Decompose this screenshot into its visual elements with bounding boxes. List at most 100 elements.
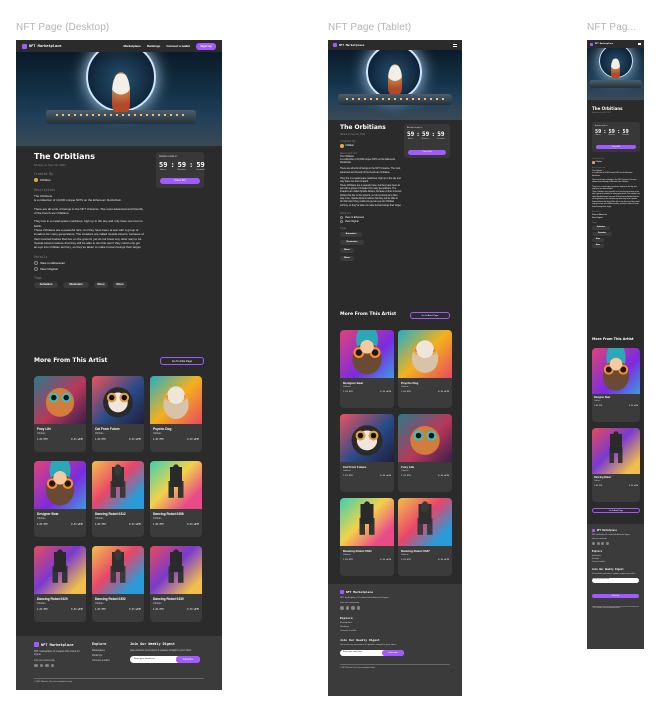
brand-logo[interactable]: NFT Marketplace [590,42,613,46]
tag-chip[interactable]: Moon [592,238,604,243]
more-from-artist-heading: More From This Artist [340,312,397,317]
tag-chip[interactable]: Animation [34,281,58,288]
nft-card[interactable]: Cat From Future Orbitian 1.63 ETH 0.33 wETH [92,376,144,452]
tag-chip[interactable]: Illustration [592,232,612,237]
twitter-icon[interactable] [601,542,604,545]
instagram-icon[interactable] [356,606,360,610]
card-artist: Orbitian [37,517,46,520]
email-placeholder: Enter your email here [134,657,155,660]
go-to-artist-button[interactable]: Go To Artist Page [160,357,204,365]
tag-chip[interactable]: Illustration [63,281,89,288]
menu-icon[interactable] [638,42,641,46]
nft-card[interactable]: Dancing Robot 0352 Orbitian 1.63 ETH 0.33 w… [92,546,144,622]
nav-rankings[interactable]: Rankings [147,44,161,48]
copyright: © NFT Market. Use this template freely. [592,608,620,609]
tag-chip[interactable]: Moon [340,256,354,262]
view-original-link[interactable]: View Original [40,267,58,271]
nav-connect-wallet[interactable]: Connect a wallet [166,44,190,48]
brand-logo[interactable]: NFT Marketplace [333,43,364,47]
email-field[interactable]: Enter your email here [592,578,639,583]
desktop-footer: NFT Marketplace NFT marketplace UI creat… [16,636,222,690]
footer-link[interactable]: Marketplace [92,649,132,652]
card-highest-bid: 0.33 wETH [438,559,449,561]
nft-card[interactable]: Psycho Dog Orbitian 1.63 ETH 0.33 wETH [398,330,452,408]
creator-name[interactable]: Orbitian [346,144,354,147]
card-highest-bid: 0.33 wETH [628,405,638,407]
go-to-artist-button[interactable]: Go To Artist Page [410,312,450,319]
twitter-icon[interactable] [351,606,355,610]
discord-icon[interactable] [34,663,38,668]
hours-label: Hours [407,138,414,140]
footer-link[interactable]: Connect a wallet [340,630,450,632]
tag-chip[interactable]: Moon [94,281,108,288]
discord-icon[interactable] [592,542,595,545]
go-to-artist-button[interactable]: Go To Artist Page [592,508,640,513]
menu-icon[interactable] [453,43,457,47]
card-image [398,330,452,378]
instagram-icon[interactable] [605,542,609,545]
youtube-icon[interactable] [596,542,600,545]
nft-card[interactable]: Dancing Robot 0312 Orbitian 1.63 ETH 0.33 w… [92,461,144,537]
youtube-icon[interactable] [345,606,349,610]
nft-card[interactable]: Designer Bear Orbitian 1.63 ETH 0.33 wETH [340,330,394,408]
view-etherscan-link[interactable]: View on Etherscan [40,261,65,265]
seconds-label: Seconds [437,138,445,140]
view-original-link[interactable]: View Original [345,221,359,223]
discord-icon[interactable] [340,606,344,610]
card-highest-bid: 0.33 wETH [71,523,83,526]
view-etherscan-link[interactable]: View on Etherscan [345,217,364,219]
nft-card[interactable]: Designer Bear Orbitian 1.63 ETH 0.33 wETH [34,461,86,537]
mobile-board-title: NFT Pag... [587,22,637,33]
tag-chip[interactable]: Animation [340,232,362,238]
creator-name[interactable]: Orbitian [40,178,51,182]
footer-link[interactable]: Rankings [592,558,639,560]
footer-link[interactable]: Connect a wallet [92,659,132,662]
instagram-icon[interactable] [50,663,54,668]
footer-link[interactable]: Marketplace [592,555,639,557]
card-title: Dancing Robot [594,476,611,479]
place-bid-button[interactable]: Place Bid [160,178,200,184]
email-field[interactable]: Enter your email here Subscribe [340,649,404,656]
nft-card[interactable]: Dancing Robot 0356 Orbitian 1.63 ETH 0.33 w… [150,461,202,537]
tablet-navbar: NFT Marketplace [328,40,462,50]
creator-name[interactable]: Orbitian [596,161,602,163]
nft-card[interactable]: Cat From Future Orbitian 1.63 ETH 0.33 wETH [340,414,394,492]
card-title: Cat From Future [95,427,120,431]
signup-button[interactable]: Sign Up [196,42,216,50]
tag-chip[interactable]: Animation [592,226,610,231]
nft-card[interactable]: Designer Bear Orbitian 1.63 ETH 0.33 wETH [592,348,640,422]
tag-chip[interactable]: Moon [592,244,604,249]
footer-link[interactable]: Rankings [92,654,132,657]
description-label: Description [340,151,358,155]
nft-card[interactable]: Dancing Robot 0341 Orbitian 1.63 ETH 0.33 w… [340,498,394,576]
nft-card[interactable]: Foxy Life Orbitian 1.63 ETH 0.33 wETH [34,376,86,452]
astronaut-figure [112,72,130,112]
nft-card[interactable]: Foxy Life Orbitian 1.63 ETH 0.33 wETH [398,414,452,492]
footer-link[interactable]: Marketplace [340,622,450,624]
nft-card[interactable]: Dancing Robot 0329 Orbitian 1.63 ETH 0.33 w… [34,546,86,622]
card-image [34,376,86,424]
footer-brand: NFT Marketplace [592,529,639,532]
tag-chip[interactable]: Moon [340,248,354,254]
view-etherscan-link[interactable]: View on Etherscan [592,214,640,216]
twitter-icon[interactable] [45,663,49,668]
tag-chip[interactable]: Illustration [340,240,364,246]
subscribe-button[interactable]: Subscribe [592,593,639,598]
tag-chip[interactable]: Moon [113,281,127,288]
footer-community: Join our community [592,538,607,540]
view-original-link[interactable]: View Original [592,217,640,219]
nft-card[interactable]: Dancing Robot Orbitian 1.63 ETH 0.33 wETH [592,428,640,502]
place-bid-button[interactable]: Place Bid [408,150,446,155]
nav-marketplace[interactable]: Marketplace [123,44,140,48]
nft-card[interactable]: Dancing Robot 0339 Orbitian 1.63 ETH 0.33 w… [150,546,202,622]
youtube-icon[interactable] [39,663,43,668]
email-field[interactable]: Enter your email here Subscribe [130,656,200,664]
subscribe-button[interactable]: Subscribe [382,649,404,656]
nft-card[interactable]: Psycho Dog Orbitian 1.63 ETH 0.33 wETH [150,376,202,452]
place-bid-button[interactable]: Place Bid [596,145,636,149]
footer-link[interactable]: Rankings [340,626,450,628]
brand-logo[interactable]: NFT Marketplace [22,43,61,49]
footer-link[interactable]: Connect a wallet [592,561,639,563]
subscribe-button[interactable]: Subscribe [176,656,200,664]
nft-card[interactable]: Dancing Robot 0347 Orbitian 1.63 ETH 0.33 w… [398,498,452,576]
